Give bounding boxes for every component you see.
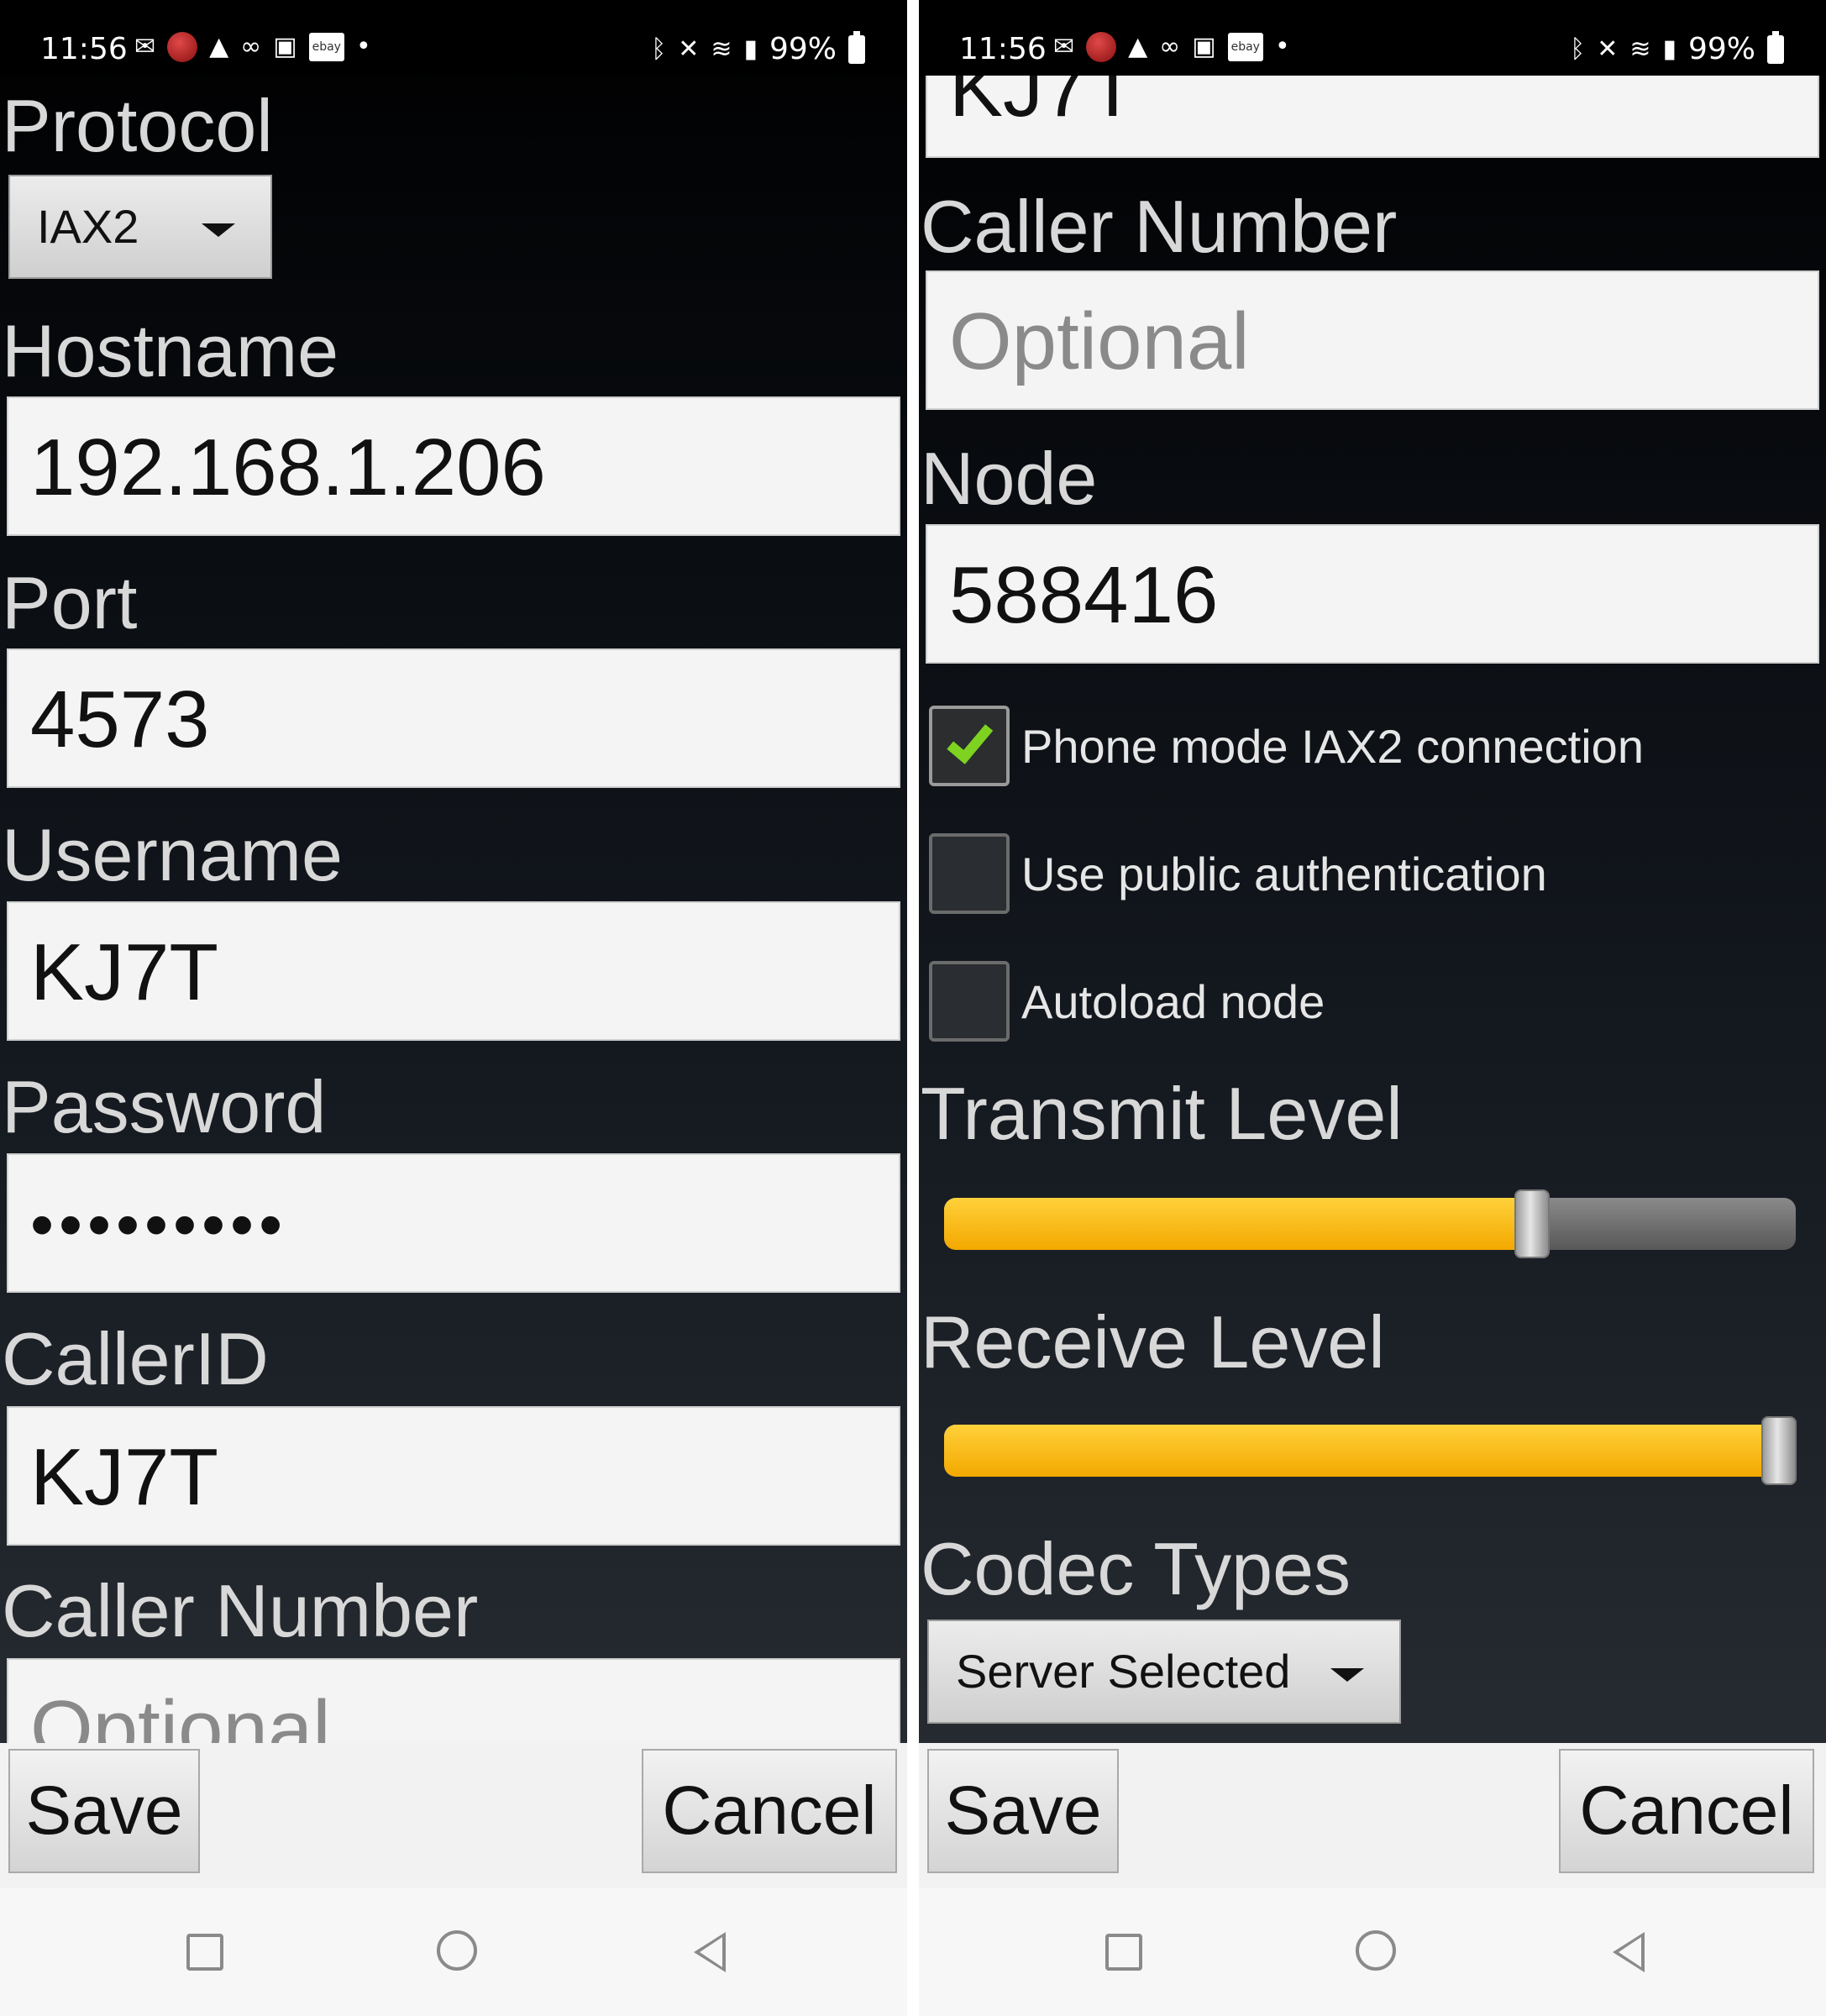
warning-icon: ▲ xyxy=(1128,32,1148,61)
voicemail-icon: ∞ xyxy=(1159,32,1181,61)
protocol-value: IAX2 xyxy=(37,200,139,253)
public-auth-checkbox[interactable] xyxy=(929,833,1010,914)
autoload-label: Autoload node xyxy=(1021,974,1325,1028)
ebay-icon: ebay xyxy=(308,33,344,61)
dot-icon: • xyxy=(1274,32,1290,61)
bluetooth-icon: ᛒ xyxy=(651,34,667,64)
wifi-icon: ≋ xyxy=(1629,34,1651,64)
voicemail-icon: ∞ xyxy=(240,32,262,61)
status-bar: 11:56 ✉ ▲ ∞ ▣ ebay • ᛒ ✕ ≋ ▮ 99% xyxy=(0,0,907,76)
autoload-option[interactable]: Autoload node xyxy=(929,959,1325,1043)
signal-icon: ▮ xyxy=(743,34,758,64)
password-label: Password xyxy=(2,1065,327,1148)
battery-icon xyxy=(848,30,865,64)
phone-mode-checkbox[interactable] xyxy=(929,706,1010,786)
red-circle-icon xyxy=(1086,32,1117,62)
save-button[interactable]: Save xyxy=(927,1749,1119,1873)
protocol-dropdown[interactable]: IAX2 xyxy=(8,175,272,279)
battery-percent: 99% xyxy=(1687,32,1755,66)
navigation-bar xyxy=(919,1888,1826,2016)
chevron-down-icon xyxy=(1330,1668,1364,1682)
back-icon[interactable] xyxy=(694,1932,726,1972)
codec-types-dropdown[interactable]: Server Selected xyxy=(927,1620,1401,1724)
dot-icon: • xyxy=(355,32,371,61)
red-circle-icon xyxy=(167,32,198,62)
password-field[interactable]: ••••••••• xyxy=(7,1153,900,1293)
port-label: Port xyxy=(2,561,138,644)
settings-screen-left: 11:56 ✉ ▲ ∞ ▣ ebay • ᛒ ✕ ≋ ▮ 99% Protoco… xyxy=(0,0,907,2016)
save-button[interactable]: Save xyxy=(8,1749,200,1873)
autoload-checkbox[interactable] xyxy=(929,961,1010,1042)
recents-icon[interactable] xyxy=(1105,1934,1142,1971)
warning-icon: ▲ xyxy=(209,32,229,61)
node-field[interactable]: 588416 xyxy=(926,524,1819,664)
node-label: Node xyxy=(921,437,1098,520)
settings-screen-right: KJ7T 11:56 ✉ ▲ ∞ ▣ ebay • ᛒ ✕ ≋ ▮ 99% Ca… xyxy=(919,0,1826,2016)
codec-types-label: Codec Types xyxy=(921,1527,1351,1610)
status-bar: 11:56 ✉ ▲ ∞ ▣ ebay • ᛒ ✕ ≋ ▮ 99% xyxy=(919,0,1826,76)
status-time: 11:56 xyxy=(40,32,128,66)
home-icon[interactable] xyxy=(1356,1930,1396,1971)
slider-fill xyxy=(944,1425,1779,1477)
outlook-icon: ▣ xyxy=(273,32,297,61)
mute-icon: ✕ xyxy=(678,34,700,64)
ebay-icon: ebay xyxy=(1227,33,1263,61)
public-auth-option[interactable]: Use public authentication xyxy=(929,832,1547,916)
hostname-label: Hostname xyxy=(2,309,339,392)
back-icon[interactable] xyxy=(1613,1932,1645,1972)
hostname-field[interactable]: 192.168.1.206 xyxy=(7,396,900,536)
transmit-level-slider[interactable] xyxy=(944,1189,1796,1258)
port-field[interactable]: 4573 xyxy=(7,648,900,788)
messenger-icon: ✉ xyxy=(1053,32,1075,61)
caller-number-label: Caller Number xyxy=(2,1569,479,1652)
mute-icon: ✕ xyxy=(1597,34,1619,64)
caller-number-label: Caller Number xyxy=(921,185,1398,268)
checkmark-icon xyxy=(947,715,994,764)
battery-percent: 99% xyxy=(769,32,837,66)
receive-level-label: Receive Level xyxy=(921,1300,1385,1383)
recents-icon[interactable] xyxy=(186,1934,223,1971)
outlook-icon: ▣ xyxy=(1192,32,1216,61)
home-icon[interactable] xyxy=(437,1930,477,1971)
username-label: Username xyxy=(2,813,343,896)
receive-level-slider[interactable] xyxy=(944,1416,1797,1485)
signal-icon: ▮ xyxy=(1662,34,1676,64)
phone-mode-label: Phone mode IAX2 connection xyxy=(1021,719,1644,773)
cancel-button[interactable]: Cancel xyxy=(1559,1749,1814,1873)
protocol-label: Protocol xyxy=(2,84,273,167)
slider-thumb[interactable] xyxy=(1514,1189,1550,1258)
wifi-icon: ≋ xyxy=(711,34,732,64)
callerid-label: CallerID xyxy=(2,1317,269,1400)
slider-thumb[interactable] xyxy=(1760,1416,1797,1485)
navigation-bar xyxy=(0,1888,907,2016)
cancel-button[interactable]: Cancel xyxy=(642,1749,897,1873)
status-time: 11:56 xyxy=(959,32,1047,66)
slider-fill xyxy=(944,1198,1532,1250)
messenger-icon: ✉ xyxy=(134,32,156,61)
chevron-down-icon xyxy=(202,223,235,237)
callerid-field[interactable]: KJ7T xyxy=(7,1406,900,1546)
public-auth-label: Use public authentication xyxy=(1021,847,1547,900)
battery-icon xyxy=(1767,30,1784,64)
username-field[interactable]: KJ7T xyxy=(7,901,900,1041)
bluetooth-icon: ᛒ xyxy=(1570,34,1586,64)
phone-mode-option[interactable]: Phone mode IAX2 connection xyxy=(929,704,1644,788)
transmit-level-label: Transmit Level xyxy=(921,1072,1403,1155)
caller-number-field[interactable]: Optional xyxy=(926,270,1819,410)
codec-value: Server Selected xyxy=(956,1645,1291,1698)
